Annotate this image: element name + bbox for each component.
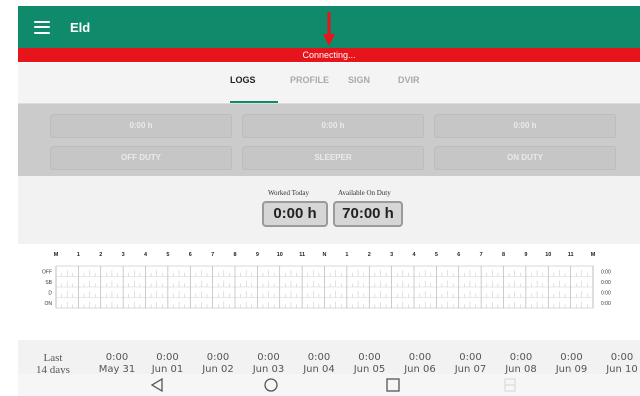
off-duty-time: 0:00 h — [50, 114, 232, 138]
connection-status-bar: Connecting... — [18, 48, 640, 62]
history-day[interactable]: 0:00 Jun 06 — [396, 352, 444, 376]
hours-summary: Worked Today Available On Duty 0:00 h 70… — [18, 176, 640, 244]
history-day-value: 0:00 — [156, 352, 179, 363]
hour-label: 4 — [412, 252, 416, 258]
tab-sign[interactable]: SIGN — [348, 75, 370, 85]
worked-today-value: 0:00 h — [262, 201, 328, 227]
on-duty-time: 0:00 h — [434, 114, 616, 138]
history-title: Last 14 days — [36, 352, 70, 376]
arrow-down-icon — [323, 12, 335, 46]
history-day-value: 0:00 — [459, 352, 482, 363]
history-day-value: 0:00 — [509, 352, 533, 363]
hour-label: 6 — [457, 252, 460, 258]
history-day[interactable]: 0:00 Jun 10 — [598, 352, 640, 376]
hour-label: 2 — [368, 252, 371, 258]
hour-label: 3 — [390, 252, 393, 258]
available-on-duty-label: Available On Duty — [338, 189, 391, 197]
system-nav-bar — [18, 374, 640, 396]
on-duty-button[interactable]: ON DUTY — [434, 146, 616, 170]
hour-label: 6 — [189, 252, 192, 258]
history-day[interactable]: 0:00 Jun 01 — [144, 352, 192, 376]
daily-log-grid: M 1 2 3 4 5 6 7 8 9 10 11 N 1 2 3 4 5 6 7 8 9 10 11 M OFF 0:00 SB 0:… — [18, 244, 640, 338]
app-bar: Eld — [18, 6, 640, 48]
history-day[interactable]: 0:00 Jun 07 — [447, 352, 495, 376]
off-duty-button[interactable]: OFF DUTY — [50, 146, 232, 170]
log-grid-svg: M 1 2 3 4 5 6 7 8 9 10 11 N 1 2 3 4 5 6 7 8 9 10 11 M OFF 0:00 SB 0:… — [42, 252, 611, 309]
hour-label: 11 — [299, 252, 305, 258]
tab-logs[interactable]: LOGS — [230, 75, 256, 85]
sleeper-button[interactable]: SLEEPER — [242, 146, 424, 170]
home-icon[interactable] — [263, 377, 279, 393]
history-day[interactable]: 0:00 Jun 05 — [346, 352, 394, 376]
hour-label: 1 — [77, 252, 80, 258]
history-day[interactable]: 0:00 Jun 04 — [295, 352, 343, 376]
history-day-value: 0:00 — [408, 352, 432, 363]
hour-label: 2 — [99, 252, 102, 258]
worked-today-label: Worked Today — [268, 189, 310, 197]
hour-label: 8 — [233, 252, 236, 258]
hour-label: 3 — [122, 252, 125, 258]
hour-label: 8 — [502, 252, 505, 258]
row-status-label: D — [48, 290, 52, 296]
active-tab-indicator — [230, 101, 278, 103]
hour-label: 7 — [480, 252, 483, 258]
hour-label: 9 — [524, 252, 527, 258]
history-day[interactable]: 0:00 May 31 — [93, 352, 141, 376]
recents-icon[interactable] — [385, 377, 401, 393]
history-day[interactable]: 0:00 Jun 02 — [194, 352, 242, 376]
menu-icon[interactable] — [34, 20, 50, 34]
app-title: Eld — [70, 19, 91, 35]
history-day-value: 0:00 — [307, 352, 331, 363]
row-total-label: 0:00 — [601, 290, 611, 296]
history-day[interactable]: 0:00 Jun 08 — [497, 352, 545, 376]
tab-bar: LOGS PROFILE SIGN DVIR — [18, 63, 640, 104]
back-icon[interactable] — [149, 377, 165, 393]
hour-label: M — [54, 252, 59, 258]
history-day-value: 0:00 — [610, 352, 634, 363]
hour-label: 10 — [277, 252, 283, 258]
hour-label: 11 — [568, 252, 574, 258]
available-on-duty-value: 70:00 h — [333, 201, 403, 227]
hour-label: 9 — [256, 252, 259, 258]
hour-label: 10 — [545, 252, 551, 258]
history-day-value: 0:00 — [358, 352, 381, 363]
hour-label: 5 — [166, 252, 169, 258]
row-total-label: 0:00 — [601, 269, 611, 275]
row-total-label: 0:00 — [601, 280, 611, 286]
duty-status-panel: 0:00 h 0:00 h 0:00 h OFF DUTY SLEEPER ON… — [18, 104, 640, 176]
row-status-label: OFF — [42, 269, 52, 275]
history-day-value: 0:00 — [105, 352, 129, 363]
hour-label: 4 — [144, 252, 148, 258]
tab-dvir[interactable]: DVIR — [398, 75, 420, 85]
hour-label: 7 — [211, 252, 214, 258]
screenshot-icon[interactable] — [502, 377, 518, 393]
last-14-days: Last 14 days 0:00 May 31 0:00 Jun 01 0:00 Jun… — [18, 340, 640, 376]
history-day-value: 0:00 — [257, 352, 280, 363]
history-day-value: 0:00 — [206, 352, 230, 363]
row-total-label: 0:00 — [601, 301, 611, 307]
hour-label: 5 — [435, 252, 438, 258]
sleeper-time: 0:00 h — [242, 114, 424, 138]
history-day-value: 0:00 — [560, 352, 583, 363]
history-day[interactable]: 0:00 Jun 09 — [548, 352, 596, 376]
hour-label: N — [323, 252, 327, 258]
row-status-label: SB — [45, 280, 52, 286]
tab-profile[interactable]: PROFILE — [290, 75, 329, 85]
hour-label: 1 — [345, 252, 348, 258]
hour-label: M — [591, 252, 596, 258]
history-day[interactable]: 0:00 Jun 03 — [245, 352, 293, 376]
app-window: Eld Connecting... LOGS PROFILE SIGN DVIR… — [18, 6, 640, 396]
row-status-label: ON — [45, 301, 53, 307]
